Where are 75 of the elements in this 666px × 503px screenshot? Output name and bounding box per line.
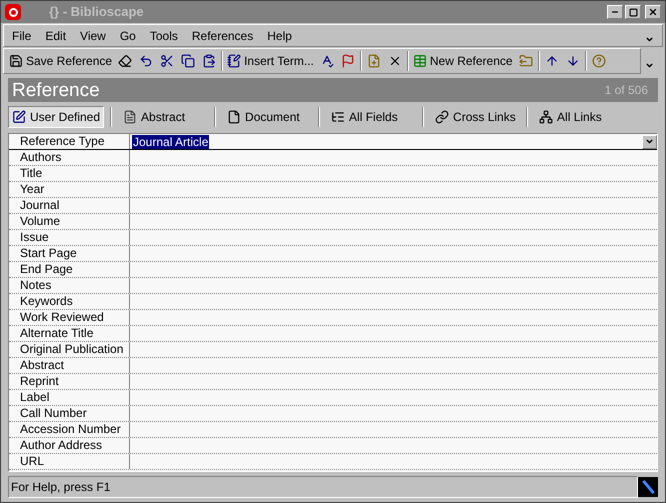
- toolbar-options-icon[interactable]: [645, 35, 654, 44]
- copy-icon: [181, 54, 196, 68]
- field-label: Authors: [9, 150, 130, 165]
- field-label: Notes: [9, 278, 130, 293]
- field-label: Keywords: [9, 294, 130, 309]
- link-icon: [435, 110, 450, 124]
- menu-item[interactable]: Help: [267, 26, 292, 44]
- dropdown-arrow-button[interactable]: [642, 134, 657, 148]
- field-label: Author Address: [9, 438, 130, 453]
- status-text: For Help, press F1: [8, 476, 638, 498]
- minimize-button[interactable]: [607, 5, 623, 19]
- menu-item[interactable]: View: [80, 26, 106, 44]
- view-tab[interactable]: Cross Links: [432, 106, 520, 128]
- app-icon: [5, 4, 21, 20]
- toolbar-button[interactable]: Save Reference: [8, 52, 114, 70]
- field-label: Journal: [9, 198, 130, 213]
- view-tab[interactable]: User Defined: [8, 106, 104, 128]
- caret-icon: [645, 137, 654, 146]
- window-title: {} - Biblioscape: [49, 3, 144, 22]
- paste-icon: [202, 54, 216, 68]
- down-arrow-icon: [566, 54, 580, 68]
- save-icon: [9, 54, 23, 68]
- field-label: Original Publication: [9, 342, 130, 357]
- field-label: Reprint: [9, 374, 130, 389]
- maximize-button[interactable]: [625, 5, 641, 19]
- field-label: Work Reviewed: [9, 310, 130, 325]
- menu-item[interactable]: File: [12, 26, 32, 44]
- undo-icon: [139, 54, 154, 68]
- reference-type-dropdown[interactable]: Journal Article: [130, 134, 657, 149]
- field-label: Abstract: [9, 358, 130, 373]
- tree-icon: [539, 110, 554, 124]
- cut-icon: [160, 54, 174, 68]
- toolbar-options-icon[interactable]: [645, 60, 654, 70]
- notepad-pen-icon: [227, 54, 242, 68]
- view-tab[interactable]: Document: [224, 106, 312, 128]
- toolbar-button[interactable]: [179, 54, 198, 68]
- section-title: Reference: [12, 80, 100, 100]
- field-label: Call Number: [9, 406, 130, 421]
- field-label: Alternate Title: [9, 326, 130, 341]
- table-icon: [412, 54, 427, 68]
- view-tab[interactable]: All Fields: [328, 106, 416, 128]
- edit-icon: [12, 110, 26, 124]
- field-label: Volume: [9, 214, 130, 229]
- text-document-icon: [123, 110, 138, 124]
- field-label: Year: [9, 182, 130, 197]
- help-icon: [592, 54, 606, 68]
- field-label: Reference Type: [9, 134, 130, 149]
- folder-export-icon: [518, 54, 533, 68]
- menu-item[interactable]: Edit: [45, 26, 66, 44]
- record-counter: 1 of 506: [604, 82, 648, 99]
- menu-item[interactable]: References: [192, 26, 254, 44]
- toolbar-button[interactable]: [116, 54, 134, 68]
- up-arrow-icon: [544, 54, 559, 68]
- toolbar-button[interactable]: Insert Term...: [226, 52, 315, 70]
- document-icon: [227, 110, 242, 124]
- fields-icon: [331, 110, 346, 124]
- field-label: Label: [9, 390, 130, 405]
- menu-item[interactable]: Go: [120, 26, 136, 44]
- field-label: Issue: [9, 230, 130, 245]
- field-label: Title: [9, 166, 130, 181]
- menu-item[interactable]: Tools: [150, 26, 178, 44]
- dropdown-value: Journal Article: [132, 134, 210, 148]
- view-tab[interactable]: All Links: [536, 106, 624, 128]
- eraser-icon: [118, 54, 132, 68]
- flag-icon: [340, 54, 355, 68]
- field-label: URL: [9, 454, 130, 469]
- close-icon: [648, 7, 658, 17]
- field-label: End Page: [9, 262, 130, 277]
- maximize-icon: [628, 8, 638, 16]
- view-tab[interactable]: Abstract: [120, 106, 208, 128]
- toolbar-button[interactable]: New Reference: [412, 52, 514, 70]
- field-label: Accession Number: [9, 422, 130, 437]
- field-label: Start Page: [9, 246, 130, 261]
- close-button[interactable]: [645, 5, 661, 19]
- new-document-icon: [366, 54, 381, 68]
